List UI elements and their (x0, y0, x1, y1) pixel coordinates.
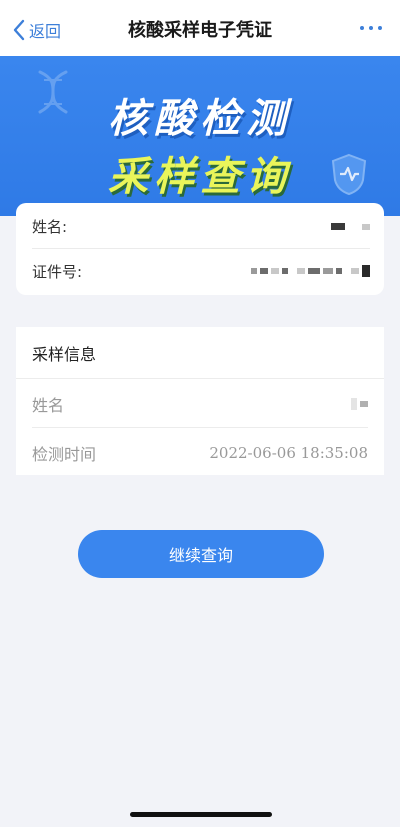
name-mosaic (331, 223, 370, 230)
mosaic-block (297, 268, 305, 274)
more-dot (378, 26, 382, 30)
continue-query-button[interactable]: 继续查询 (78, 530, 324, 578)
mosaic-block (323, 268, 333, 274)
banner-title-line1: 核酸检测 (108, 96, 292, 142)
name-row: 姓名: (32, 205, 370, 249)
home-indicator (130, 812, 272, 817)
sampling-info-card: 采样信息 姓名 检测时间 2022-06-06 18:35:08 (16, 327, 384, 475)
nav-bar: 返回 核酸采样电子凭证 (0, 0, 400, 56)
mosaic-block (282, 268, 288, 274)
back-button[interactable]: 返回 (12, 17, 61, 43)
shield-icon (331, 153, 367, 196)
mosaic-block (251, 268, 257, 274)
more-button[interactable] (360, 20, 382, 36)
test-time-value: 2022-06-06 18:35:08 (209, 444, 368, 462)
mosaic-block (271, 268, 279, 274)
mosaic-block (260, 268, 268, 274)
id-label: 证件号: (32, 262, 83, 281)
page: 返回 核酸采样电子凭证 核酸检测 采样查询 姓名: 证件号: 采样信息 姓名 检… (0, 0, 400, 827)
mosaic-block (351, 397, 357, 410)
name-label: 姓名: (32, 218, 68, 236)
mosaic-block (308, 268, 320, 274)
personal-info-card: 姓名: 证件号: (16, 203, 384, 295)
banner: 核酸检测 采样查询 (0, 56, 400, 216)
test-time-label: 检测时间 (32, 445, 97, 464)
sample-name-mosaic (351, 397, 368, 410)
mosaic-block (336, 268, 342, 274)
more-dots-icon (360, 26, 364, 30)
sampling-info-title: 采样信息 (16, 327, 384, 379)
sample-name-label: 姓名 (32, 395, 65, 415)
back-label: 返回 (29, 22, 62, 41)
mosaic-block (331, 223, 345, 230)
id-row: 证件号: (32, 249, 370, 293)
sample-name-row: 姓名 (32, 380, 368, 428)
mosaic-block (360, 400, 368, 407)
chevron-left-icon (13, 19, 25, 41)
more-dot (369, 26, 373, 30)
mosaic-block (362, 265, 370, 277)
id-mosaic (251, 265, 370, 277)
mosaic-block (351, 268, 359, 274)
mosaic-block (362, 223, 370, 230)
test-time-row: 检测时间 2022-06-06 18:35:08 (32, 429, 368, 477)
